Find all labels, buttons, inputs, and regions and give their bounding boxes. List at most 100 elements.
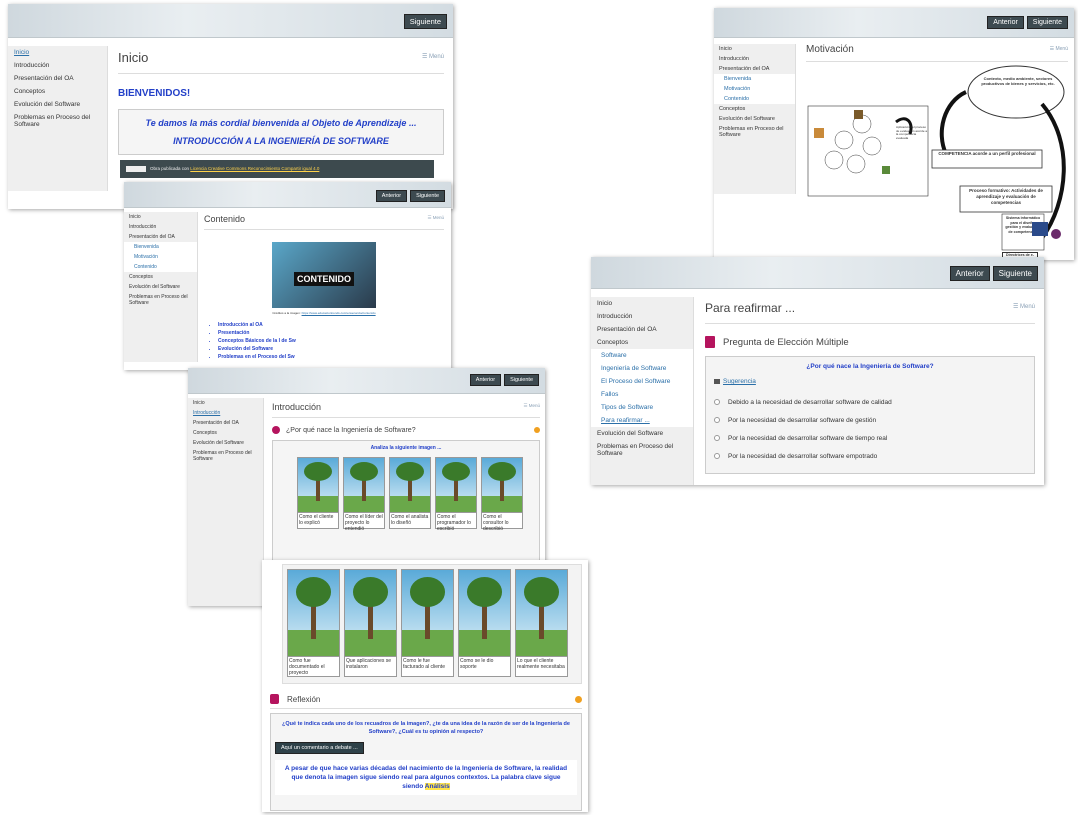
sidebar-item[interactable]: Contenido [714, 94, 795, 104]
anterior-button[interactable]: Anterior [987, 16, 1024, 29]
comic-panel: Como el consultor lo describió [481, 457, 523, 530]
anterior-button[interactable]: Anterior [949, 266, 990, 281]
sidebar-item[interactable]: Evolución del Software [8, 98, 107, 111]
image-credit: Créditos a la imagen: https://www.educac… [204, 311, 444, 315]
answer-option[interactable]: Por la necesidad de desarrollar software… [714, 411, 1026, 429]
sidebar-item[interactable]: Presentación del OA [714, 64, 795, 74]
sidebar-item[interactable]: Software [591, 349, 693, 362]
tree-swing-illustration [402, 570, 453, 656]
question-icon [272, 426, 280, 434]
sidebar-item[interactable]: Presentación del OA [188, 418, 263, 428]
credit-link[interactable]: https://www.educaciontrends.com/ensenanz… [302, 311, 376, 315]
content-link[interactable]: Presentación [218, 329, 444, 337]
license-link[interactable]: Licencia Creative Commons Reconocimiento… [190, 166, 319, 171]
cloud-context: Contexto, medio ambiente, sectores produ… [981, 76, 1055, 86]
answer-option[interactable]: Por la necesidad de desarrollar software… [714, 429, 1026, 447]
tree-swing-illustration [436, 458, 476, 512]
radio-button[interactable] [714, 399, 720, 405]
content-link[interactable]: Problemas en el Proceso del Sw [218, 353, 444, 361]
sidebar-item[interactable]: Conceptos [124, 272, 197, 282]
screenshot-reflexion: Como fue documentado el proyecto Que apli… [262, 560, 588, 812]
radio-button[interactable] [714, 453, 720, 459]
sidebar-item[interactable]: Evolución del Software [124, 282, 197, 292]
comic-panel: Como le fue facturado al cliente [401, 569, 454, 677]
menu-button[interactable]: ☰ Menú [1050, 46, 1068, 52]
anterior-button[interactable]: Anterior [375, 190, 408, 202]
sidebar-item[interactable]: Introducción [124, 222, 197, 232]
sidebar-item[interactable]: Introducción [188, 408, 263, 418]
answer-option[interactable]: Debido a la necesidad de desarrollar sof… [714, 393, 1026, 411]
sidebar-item[interactable]: Motivación [714, 84, 795, 94]
radio-button[interactable] [714, 435, 720, 441]
sidebar-item[interactable]: Bienvenida [714, 74, 795, 84]
menu-button[interactable]: ☰ Menú [427, 215, 444, 221]
sidebar-item[interactable]: Problemas en Proceso del Software [591, 440, 693, 460]
sidebar-item[interactable]: Evolución del Software [188, 438, 263, 448]
content-link[interactable]: Conceptos Básicos de la I de Sw [218, 337, 444, 345]
screenshot-inicio: Siguiente Inicio Introducción Presentación… [8, 4, 453, 209]
panel-caption: Que aplicaciones se instalaron [345, 656, 396, 678]
sidebar-item[interactable]: El Proceso del Software [591, 375, 693, 388]
sidebar-item[interactable]: Conceptos [591, 336, 693, 349]
sidebar-item[interactable]: Evolución del Software [591, 427, 693, 440]
toggle-icon[interactable] [534, 427, 540, 433]
options-list: Debido a la necesidad de desarrollar sof… [714, 393, 1026, 465]
siguiente-button[interactable]: Siguiente [410, 190, 445, 202]
toggle-icon[interactable] [575, 695, 582, 703]
debate-button[interactable]: Aquí un comentario a debate ... [275, 742, 364, 754]
sidebar-item[interactable]: Evolución del Software [714, 114, 795, 124]
sidebar-item[interactable]: Para reafirmar ... [591, 414, 693, 427]
sidebar-item[interactable]: Conceptos [8, 85, 107, 98]
sidebar-item[interactable]: Inicio [124, 212, 197, 222]
question-box: ¿Por qué nace la Ingeniería de Software?… [705, 356, 1035, 474]
sidebar-item[interactable]: Introducción [8, 59, 107, 72]
sidebar-item[interactable]: Contenido [124, 262, 197, 272]
page-title: Motivación [806, 44, 854, 55]
hint-link[interactable]: Sugerencia [723, 378, 756, 385]
option-label: Por la necesidad de desarrollar software… [728, 434, 888, 442]
sidebar-item[interactable]: Problemas en Proceso del Software [188, 448, 263, 464]
page-title: Para reafirmar ... [705, 301, 796, 315]
sidebar-item[interactable]: Problemas en Proceso del Software [124, 292, 197, 308]
radio-button[interactable] [714, 417, 720, 423]
sidebar-item[interactable]: Conceptos [188, 428, 263, 438]
sidebar: Inicio Introducción Presentación del OA Bie… [714, 44, 796, 194]
sidebar-item[interactable]: Fallos [591, 388, 693, 401]
sidebar-item[interactable]: Ingeniería de Software [591, 362, 693, 375]
sidebar-item[interactable]: Inicio [188, 398, 263, 408]
panel-caption: Como el programador lo escribió [436, 512, 476, 530]
content-link[interactable]: Evolución del Software [218, 345, 444, 353]
sidebar-item[interactable]: Problemas en Proceso del Software [8, 111, 107, 131]
sidebar-item[interactable]: Presentación del OA [124, 232, 197, 242]
content-link[interactable]: Introducción al OA [218, 321, 444, 329]
cc-license-icon [126, 166, 146, 172]
siguiente-button[interactable]: Siguiente [1026, 16, 1068, 29]
menu-button[interactable]: ☰ Menú [422, 53, 444, 60]
sidebar-item[interactable]: Presentación del OA [8, 72, 107, 85]
option-label: Por la necesidad de desarrollar software… [728, 416, 877, 424]
sidebar-item[interactable]: Tipos de Software [591, 401, 693, 414]
anterior-button[interactable]: Anterior [469, 374, 502, 386]
sidebar-item[interactable]: Bienvenida [124, 242, 197, 252]
sidebar-item[interactable]: Presentación del OA [591, 323, 693, 336]
panel-caption: Como el líder del proyecto lo entendió [344, 512, 384, 530]
menu-button[interactable]: ☰ Menú [1013, 303, 1035, 310]
screenshot-contenido: Anterior Siguiente Inicio Introducción Pre… [124, 182, 451, 370]
page-title: Contenido [204, 214, 246, 224]
sidebar-item[interactable]: Conceptos [714, 104, 795, 114]
menu-button[interactable]: ☰ Menú [523, 403, 540, 409]
sidebar-item[interactable]: Inicio [591, 297, 693, 310]
welcome-box: Te damos la más cordial bienvenida al Ob… [118, 109, 444, 155]
sidebar-item[interactable]: Problemas en Proceso del Software [714, 124, 795, 140]
sidebar-item[interactable]: Introducción [591, 310, 693, 323]
sidebar-item[interactable]: Introducción [714, 54, 795, 64]
sidebar-item[interactable]: Inicio [8, 46, 107, 59]
sidebar-item[interactable]: Inicio [714, 44, 795, 54]
contenido-image: CONTENIDO [272, 242, 376, 308]
siguiente-button[interactable]: Siguiente [403, 14, 447, 29]
answer-option[interactable]: Por la necesidad de desarrollar software… [714, 447, 1026, 465]
siguiente-button[interactable]: Siguiente [504, 374, 539, 386]
sidebar-item[interactable]: Motivación [124, 252, 197, 262]
siguiente-button[interactable]: Siguiente [992, 266, 1038, 281]
quiz-icon [705, 336, 715, 348]
